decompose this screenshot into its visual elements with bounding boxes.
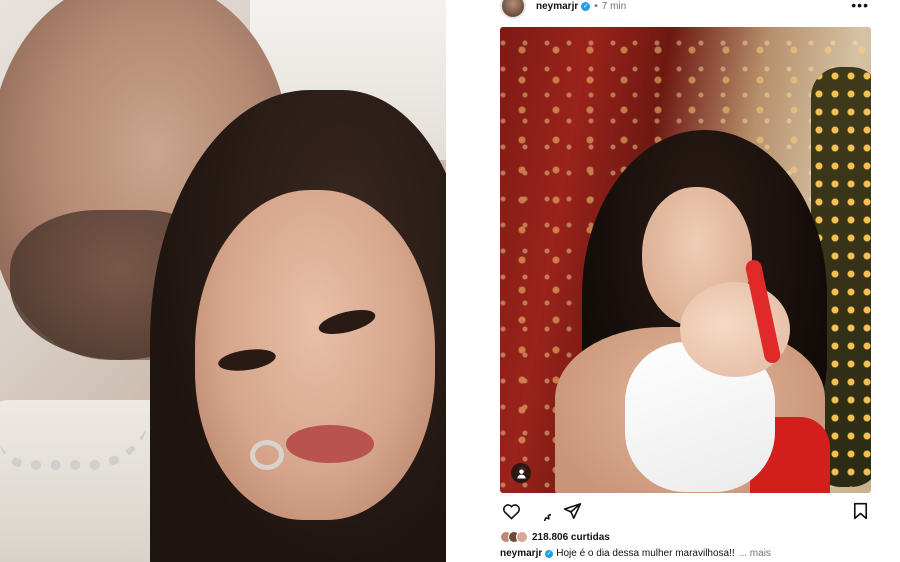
likes-count[interactable]: 218.806 curtidas — [532, 532, 610, 543]
share-icon[interactable] — [561, 500, 583, 522]
likes-row: 218.806 curtidas — [500, 530, 610, 544]
separator-dot: • — [594, 0, 598, 12]
bookmark-icon[interactable] — [849, 500, 871, 522]
comment-icon[interactable] — [530, 500, 552, 522]
verified-icon: ✓ — [545, 549, 554, 558]
heart-icon[interactable] — [500, 500, 522, 522]
verified-icon: ✓ — [581, 1, 591, 11]
caption: neymarjr ✓ Hoje é o dia dessa mulher mar… — [500, 548, 771, 559]
caption-text: Hoje é o dia dessa mulher maravilhosa!! — [556, 548, 735, 559]
post-header: neymarjr ✓ • 7 min ••• — [493, 0, 883, 22]
caption-username[interactable]: neymarjr — [500, 548, 542, 559]
post-photo[interactable] — [500, 27, 871, 493]
caption-more-link[interactable]: ... mais — [739, 548, 771, 559]
user-tag-icon[interactable] — [511, 463, 531, 483]
avatar[interactable] — [500, 0, 526, 19]
post-time: 7 min — [601, 0, 627, 12]
liker-avatar — [516, 531, 528, 543]
post-username[interactable]: neymarjr — [536, 1, 578, 12]
woman-lips — [286, 425, 374, 463]
earring — [250, 440, 284, 470]
post-actions — [500, 500, 871, 522]
instagram-post: neymarjr ✓ • 7 min ••• 218.806 curtidas … — [493, 0, 883, 562]
more-horizontal-icon[interactable]: ••• — [851, 0, 869, 13]
couple-selfie-photo — [0, 0, 446, 562]
